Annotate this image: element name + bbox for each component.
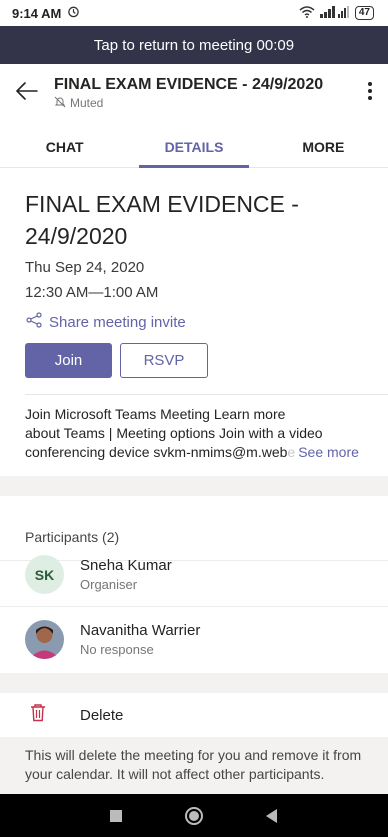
share-label: Share meeting invite [49, 313, 186, 331]
participant-row[interactable]: SK Sneha Kumar Organiser [0, 543, 388, 606]
share-icon [25, 312, 43, 332]
header-title: FINAL EXAM EVIDENCE - 24/9/2020 [54, 75, 324, 93]
participant-role: Organiser [80, 577, 138, 592]
more-vertical-icon [367, 81, 373, 106]
tab-more[interactable]: MORE [259, 126, 388, 167]
return-to-meeting-banner[interactable]: Tap to return to meeting 00:09 [0, 26, 388, 64]
participant-name: Sneha Kumar [80, 557, 172, 574]
section-separator [0, 673, 388, 693]
muted-bell-icon [54, 96, 66, 111]
join-button[interactable]: Join [25, 343, 112, 378]
tab-details[interactable]: DETAILS [129, 126, 258, 168]
status-icons: 47 [299, 5, 374, 21]
delete-note: This will delete the meeting for you and… [0, 737, 388, 794]
rsvp-button[interactable]: RSVP [120, 343, 208, 378]
back-button[interactable] [0, 81, 54, 105]
section-separator [0, 476, 388, 496]
avatar: SK [25, 555, 64, 594]
avatar [25, 620, 64, 659]
meeting-time: 12:30 AM—1:00 AM [25, 284, 159, 301]
trash-icon [30, 703, 48, 727]
status-bar: 9:14 AM 47 [0, 0, 388, 26]
alarm-icon [67, 5, 80, 21]
meeting-title: FINAL EXAM EVIDENCE - 24/9/2020 [25, 191, 299, 249]
delete-button[interactable]: Delete [0, 693, 388, 737]
participant-name: Navanitha Warrier [80, 622, 201, 639]
meeting-header: FINAL EXAM EVIDENCE - 24/9/2020 Muted [0, 64, 388, 122]
android-nav-bar [0, 794, 388, 837]
divider [0, 606, 388, 607]
share-meeting-invite-link[interactable]: Share meeting invite [25, 312, 186, 332]
meeting-date: Thu Sep 24, 2020 [25, 259, 145, 276]
participant-role: No response [80, 642, 154, 657]
banner-text: Tap to return to meeting 00:09 [93, 36, 295, 54]
nav-circle-icon[interactable] [184, 806, 204, 826]
muted-label: Muted [70, 96, 104, 110]
header-text: FINAL EXAM EVIDENCE - 24/9/2020 Muted [54, 76, 352, 111]
battery-icon: 47 [354, 6, 374, 20]
status-time: 9:14 AM [12, 5, 62, 21]
signal-icon [319, 5, 350, 21]
back-arrow-icon [16, 81, 38, 105]
see-more-link[interactable]: See more [298, 444, 359, 460]
delete-label: Delete [80, 706, 124, 724]
divider [25, 394, 388, 395]
nav-square-icon[interactable] [110, 809, 122, 822]
more-options-button[interactable] [352, 81, 388, 106]
tab-bar: CHAT DETAILS MORE [0, 126, 388, 168]
nav-back-icon[interactable] [266, 808, 278, 823]
header-subtitle: Muted [54, 96, 352, 111]
wifi-icon [299, 5, 315, 21]
tab-chat[interactable]: CHAT [0, 126, 129, 167]
meeting-description: Join Microsoft Teams Meeting Learn more … [25, 406, 359, 460]
participant-row[interactable]: Navanitha Warrier No response [0, 608, 388, 671]
